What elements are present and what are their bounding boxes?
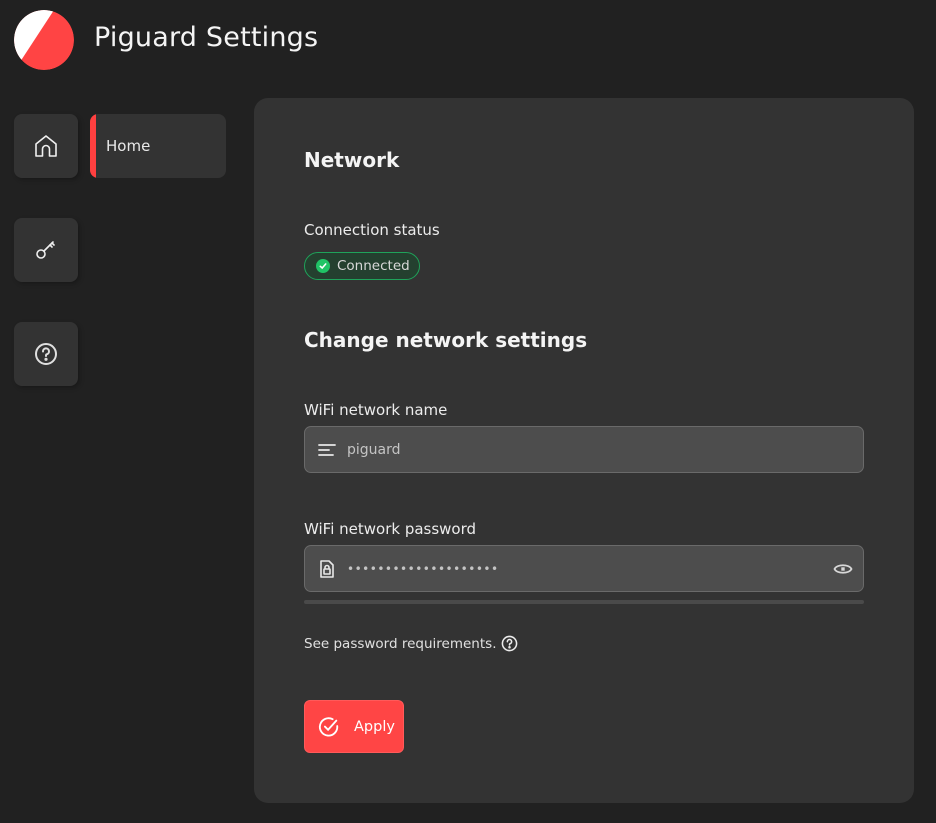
apply-label: Apply [354, 718, 395, 735]
ssid-input[interactable] [347, 441, 807, 458]
sidebar-item-label: Home [106, 137, 151, 155]
check-circle-icon [318, 716, 340, 738]
sidebar-item-home[interactable]: Home [90, 114, 226, 178]
help-icon[interactable] [501, 635, 518, 652]
network-settings-panel: Network Connection status Connected Chan… [254, 98, 914, 803]
password-label: WiFi network password [304, 520, 477, 538]
password-input[interactable] [347, 561, 807, 576]
text-lines-icon [317, 440, 337, 460]
apply-button[interactable]: Apply [304, 700, 404, 753]
home-icon [33, 133, 59, 159]
active-indicator [90, 114, 96, 178]
app-title: Piguard Settings [94, 22, 319, 53]
sidebar-help-button[interactable] [14, 322, 78, 386]
lock-icon [317, 559, 337, 579]
ssid-field[interactable] [304, 426, 864, 473]
network-heading: Network [304, 148, 400, 172]
sidebar-key-button[interactable] [14, 218, 78, 282]
change-settings-heading: Change network settings [304, 328, 588, 352]
status-badge: Connected [304, 252, 420, 280]
ssid-label: WiFi network name [304, 401, 448, 419]
show-password-icon[interactable] [833, 560, 853, 578]
sidebar-home-button[interactable] [14, 114, 78, 178]
key-icon [34, 238, 58, 262]
password-strength-bar [304, 600, 864, 604]
connection-status-label: Connection status [304, 221, 440, 239]
password-requirements: See password requirements. [304, 635, 518, 652]
password-field[interactable] [304, 545, 864, 592]
piguard-logo [14, 10, 74, 70]
app: Piguard Settings Home Network Connection… [0, 0, 936, 823]
help-icon [34, 342, 58, 366]
password-requirements-text: See password requirements. [304, 635, 497, 652]
check-circle-icon [316, 259, 330, 273]
status-text: Connected [337, 258, 410, 274]
